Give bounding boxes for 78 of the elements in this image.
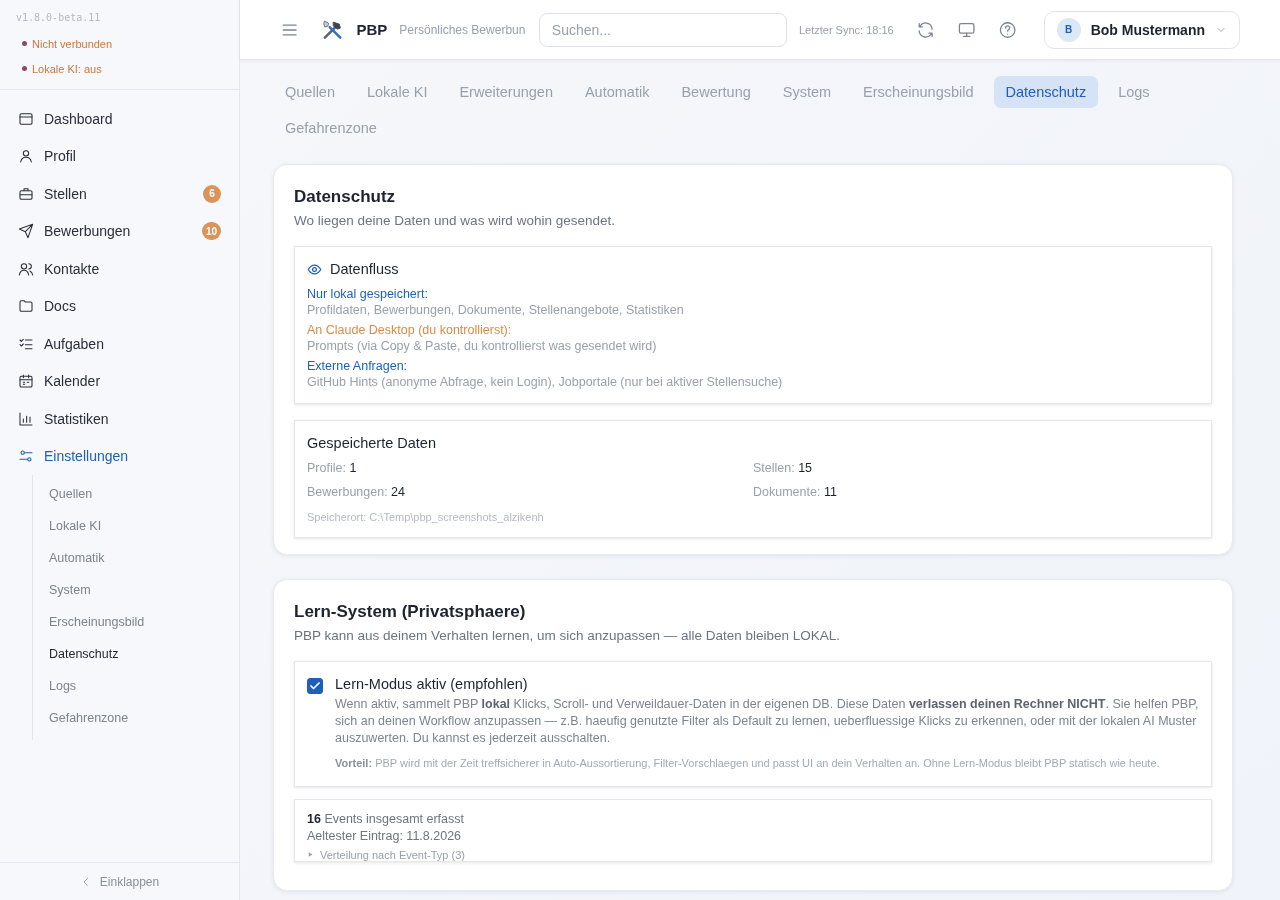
app-title: PBP [356, 21, 388, 38]
briefcase-icon [18, 185, 34, 202]
events-count: 16 Events insgesamt erfasst [307, 811, 466, 826]
app-subtitle: Persönliches Bewerbun [399, 22, 527, 37]
learning-description: Wenn aktiv, sammelt PBP lokal Klicks, Scroll- und Verweildauer-Daten in der eigenen DB. Diese Daten verlassen deinen Rechner NICHT. Sie helfen PBP, sich an deinen Workflow anzupassen — z.B. haeufig genutzte Filter als Default zu lernen, ueberfluessige Klicks zu erkennen, oder mit der lokalen AI Muster auszuwerten. Du kannst es jederzeit ausschalten. [335, 696, 1199, 747]
status-text: Nicht verbunden [16, 31, 223, 56]
sliders-icon [18, 448, 34, 465]
subnav-item[interactable]: System [33, 574, 231, 606]
checkbox[interactable] [307, 678, 323, 694]
flow-description: GitHub Hints (anonyme Abfrage, kein Login), Jobportale (nur bei aktiver Stellensuche) [307, 375, 784, 389]
tab[interactable]: Quellen [273, 76, 347, 108]
bar-chart-icon [18, 410, 34, 427]
subnav-item[interactable]: Erscheinungsbild [33, 606, 231, 638]
card-title: Datenschutz [294, 187, 397, 207]
tab[interactable]: Erweiterungen [447, 76, 565, 108]
nav-item[interactable]: Einstellungen [8, 437, 231, 475]
tab[interactable]: Gefahrenzone [273, 112, 389, 144]
tab[interactable]: Lokale KI [355, 76, 440, 108]
flow-description: Profildaten, Bewerbungen, Dokumente, Stellenangebote, Statistiken [307, 303, 685, 317]
sync-status: Letzter Sync: 18:16 [798, 23, 894, 36]
people-icon [18, 260, 34, 277]
subnav-item[interactable]: Gefahrenzone [33, 702, 231, 734]
card-description: PBP kann aus deinem Verhalten lernen, um sich anzupassen — alle Daten bleiben LOKAL. [294, 628, 842, 643]
collapse-button[interactable]: Einklappen [0, 862, 239, 900]
help-icon[interactable] [998, 19, 1018, 40]
subnav-item[interactable]: Lokale KI [33, 510, 231, 542]
nav-item[interactable]: Docs [8, 287, 231, 325]
nav-item[interactable]: Dashboard [8, 100, 231, 138]
stat-text: Bewerbungen: 24 [307, 485, 406, 499]
eye-icon [307, 261, 322, 277]
subnav-item[interactable]: Datenschutz [33, 638, 231, 670]
tab[interactable]: Bewertung [669, 76, 763, 108]
nav-item[interactable]: Profil [8, 137, 231, 175]
tab[interactable]: Logs [1106, 76, 1162, 108]
disclosure-toggle[interactable]: Verteilung nach Event-Typ (3) [307, 848, 1199, 861]
count-badge: 10 [201, 222, 221, 241]
flow-heading: Externe Anfragen: [307, 359, 409, 373]
checkbox-label: Lern-Modus aktiv (empfohlen) [335, 676, 529, 692]
flow-description: Prompts (via Copy & Paste, du kontrollierst was gesendet wird) [307, 339, 658, 353]
calendar-icon [18, 373, 34, 390]
avatar: B [1056, 17, 1081, 42]
folder-icon [18, 298, 34, 315]
oldest-entry: Aeltester Eintrag: 11.8.2026 [307, 828, 463, 843]
tab[interactable]: System [770, 76, 844, 108]
tab[interactable]: Erscheinungsbild [851, 76, 986, 108]
hammer-wrench-icon [321, 17, 345, 42]
status-text: Lokale KI: aus [16, 56, 223, 81]
stat-text: Dokumente: 11 [753, 485, 838, 499]
nav-item[interactable]: Aufgaben [8, 325, 231, 363]
flow-heading: An Claude Desktop (du kontrollierst): [307, 323, 513, 337]
version-label: v1.8.0-beta.11 [16, 12, 102, 23]
triangle-right-icon [307, 851, 314, 859]
user-menu[interactable]: B Bob Mustermann [1043, 10, 1240, 49]
card-description: Wo liegen deine Daten und was wird wohin gesendet. [294, 213, 616, 228]
window-icon [18, 110, 34, 127]
advantage-note: Vorteil: PBP wird mit der Zeit treffsicherer in Auto-Aussortierung, Filter-Vorschlaegen und passt UI an dein Verhalten an. Ohne Lern-Modus bleibt PBP statisch wie heute. [335, 755, 1161, 771]
nav-item[interactable]: Statistiken [8, 400, 231, 438]
nav-item[interactable]: Kalender [8, 362, 231, 400]
card-title: Lern-System (Privatsphaere) [294, 602, 527, 622]
subnav-item[interactable]: Automatik [33, 542, 231, 574]
panel-title: Datenfluss [330, 261, 399, 277]
panel-title: Gespeicherte Daten [307, 435, 437, 451]
search-field[interactable]: Suchen... [538, 12, 787, 47]
tab[interactable]: Automatik [572, 76, 662, 108]
flow-heading: Nur lokal gespeichert: [307, 287, 429, 301]
person-icon [18, 148, 34, 165]
count-badge: 6 [203, 184, 221, 203]
checkmark-icon [309, 680, 321, 692]
paper-plane-icon [18, 223, 34, 240]
tab[interactable]: Datenschutz [993, 76, 1099, 108]
stat-text: Profile: 1 [307, 461, 358, 475]
storage-path: Speicherort: C:\Temp\pbp_screenshots_alzikenh [307, 511, 545, 523]
stat-text: Stellen: 15 [753, 461, 814, 475]
nav-item[interactable]: Kontakte [8, 250, 231, 288]
nav-item[interactable]: Bewerbungen 10 [8, 212, 231, 250]
nav-item[interactable]: Stellen 6 [8, 175, 231, 213]
subnav-item[interactable]: Logs [33, 670, 231, 702]
subnav-item[interactable]: Quellen [33, 478, 231, 510]
